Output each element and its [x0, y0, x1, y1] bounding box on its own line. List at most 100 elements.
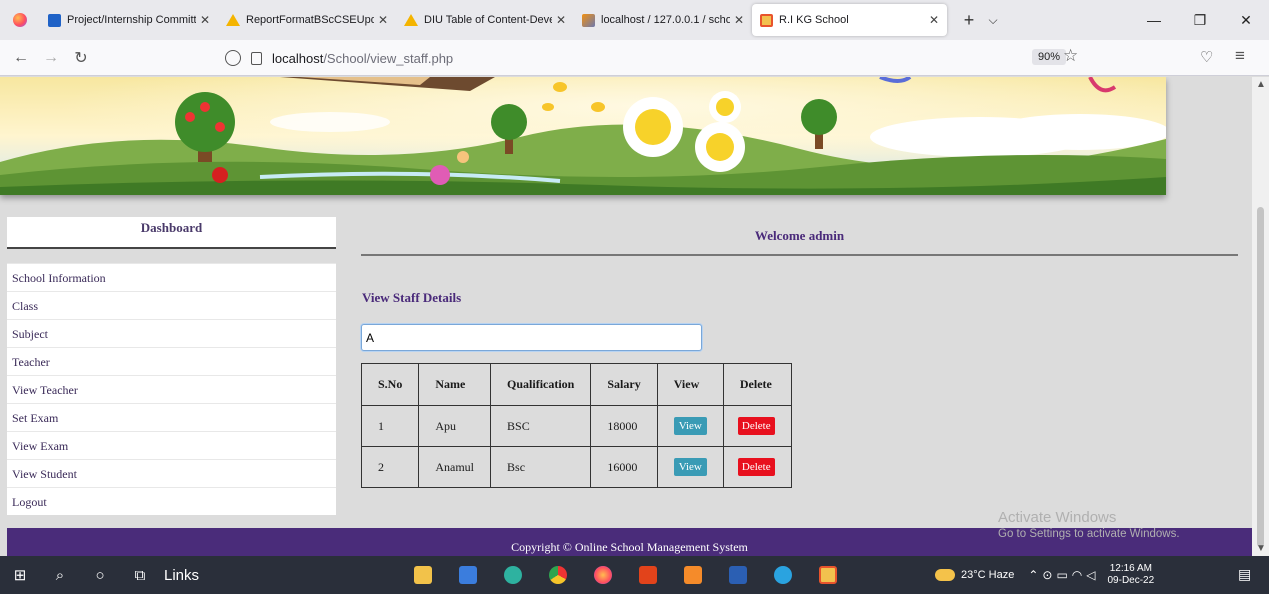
- task-view-icon[interactable]: ⧉: [120, 567, 160, 584]
- sidebar-item-teacher[interactable]: Teacher: [7, 347, 336, 375]
- cell-qualification: BSC: [490, 405, 592, 447]
- tab-title: Project/Internship Committee: [67, 14, 196, 26]
- column-header-sno: S.No: [360, 363, 420, 406]
- address-bar[interactable]: localhost/School/view_staff.php: [225, 45, 1095, 71]
- cell-delete: Delete: [722, 446, 792, 488]
- tray-icons[interactable]: ⌃⊙▭◠◁: [1028, 568, 1099, 582]
- cell-salary: 18000: [590, 405, 658, 447]
- browser-tab[interactable]: Project/Internship Committee ✕: [40, 4, 218, 36]
- page-title: View Staff Details: [362, 290, 462, 305]
- scroll-down-arrow-icon[interactable]: ▼: [1256, 543, 1266, 554]
- view-button[interactable]: View: [673, 458, 707, 476]
- firefox-taskbar-icon[interactable]: [590, 562, 616, 588]
- office-icon[interactable]: [635, 562, 661, 588]
- weather-cloud-icon[interactable]: [935, 569, 955, 581]
- store-icon[interactable]: [455, 562, 481, 588]
- sidebar-item-view-exam[interactable]: View Exam: [7, 431, 336, 459]
- cell-name: Apu: [418, 405, 492, 447]
- sidebar-item-view-teacher[interactable]: View Teacher: [7, 375, 336, 403]
- dashboard-heading: Dashboard: [7, 217, 336, 249]
- clock-date: 09-Dec-22: [1107, 575, 1155, 586]
- page-scrollbar[interactable]: ▲ ▼: [1252, 77, 1269, 556]
- bookmark-star-icon[interactable]: ☆: [1063, 46, 1078, 66]
- restore-icon[interactable]: ❐: [1177, 0, 1223, 40]
- cell-name: Anamul: [418, 446, 492, 488]
- close-window-icon[interactable]: ✕: [1223, 0, 1269, 40]
- page-info-icon[interactable]: [251, 51, 262, 65]
- column-header-name: Name: [418, 363, 492, 406]
- close-tab-icon[interactable]: ✕: [734, 13, 744, 27]
- search-icon[interactable]: ⌕: [40, 567, 80, 584]
- phpmyadmin-favicon-icon: [582, 13, 595, 27]
- school-app-icon[interactable]: [815, 562, 841, 588]
- sidebar-item-school-information[interactable]: School Information: [7, 263, 336, 291]
- clock[interactable]: 12:16 AM 09-Dec-22: [1107, 563, 1154, 587]
- tab-title: R.I KG School: [779, 14, 849, 26]
- sidebar-item-logout[interactable]: Logout: [7, 487, 336, 515]
- sidebar-item-set-exam[interactable]: Set Exam: [7, 403, 336, 431]
- scroll-up-arrow-icon[interactable]: ▲: [1256, 79, 1266, 90]
- window-controls: — ❐ ✕: [1131, 0, 1269, 40]
- telegram-icon[interactable]: [770, 562, 796, 588]
- tracking-shield-icon[interactable]: [225, 50, 241, 66]
- close-tab-icon[interactable]: ✕: [200, 13, 210, 27]
- sidebar-item-view-student[interactable]: View Student: [7, 459, 336, 487]
- drive-favicon-icon: [226, 14, 240, 26]
- windows-taskbar: ⊞ ⌕ ○ ⧉ Links 23°C Haze ⌃⊙▭◠◁ 12:16 AM 0…: [0, 556, 1269, 594]
- close-tab-icon[interactable]: ✕: [929, 13, 939, 27]
- cell-sno: 2: [360, 446, 420, 488]
- cell-view: View: [656, 405, 724, 447]
- pocket-icon[interactable]: ♡: [1200, 48, 1213, 66]
- delete-button[interactable]: Delete: [737, 458, 775, 476]
- welcome-message: Welcome admin: [361, 217, 1238, 256]
- new-tab-icon[interactable]: +: [957, 10, 981, 31]
- watermark-subtitle: Go to Settings to activate Windows.: [998, 528, 1180, 540]
- edge-icon[interactable]: [500, 562, 526, 588]
- view-button[interactable]: View: [673, 417, 707, 435]
- notification-icon[interactable]: ▤: [1238, 566, 1251, 583]
- table-row: 2 Anamul Bsc 16000 View Delete: [360, 446, 792, 488]
- tab-title: DIU Table of Content-Develop: [424, 14, 552, 26]
- url-host: localhost: [272, 50, 324, 66]
- browser-tab[interactable]: ReportFormatBScCSEUpdated ✕: [218, 4, 396, 36]
- scrollbar-thumb[interactable]: [1257, 207, 1264, 547]
- delete-button[interactable]: Delete: [737, 417, 775, 435]
- taskbar-apps: [410, 562, 841, 588]
- url-path: /School/view_staff.php: [323, 50, 454, 66]
- forward-arrow-icon[interactable]: →: [36, 49, 66, 67]
- browser-tab-active[interactable]: R.I KG School ✕: [752, 4, 947, 36]
- hamburger-menu-icon[interactable]: ≡: [1235, 46, 1245, 66]
- chrome-icon[interactable]: [545, 562, 571, 588]
- zoom-indicator[interactable]: 90%: [1032, 49, 1067, 65]
- sidebar-item-class[interactable]: Class: [7, 291, 336, 319]
- close-tab-icon[interactable]: ✕: [378, 13, 388, 27]
- minimize-icon[interactable]: —: [1131, 0, 1177, 40]
- browser-tab[interactable]: localhost / 127.0.0.1 / school ✕: [574, 4, 752, 36]
- photoshop-icon[interactable]: [680, 562, 706, 588]
- links-toolbar[interactable]: Links: [164, 567, 199, 584]
- reload-icon[interactable]: ↻: [66, 48, 96, 68]
- cell-view: View: [656, 446, 724, 488]
- windows-start-icon[interactable]: ⊞: [0, 566, 40, 584]
- cell-delete: Delete: [722, 405, 792, 447]
- column-header-qualification: Qualification: [490, 363, 592, 406]
- browser-tab[interactable]: DIU Table of Content-Develop ✕: [396, 4, 574, 36]
- firefox-icon[interactable]: [0, 0, 40, 40]
- word-icon[interactable]: [725, 562, 751, 588]
- tab-title: ReportFormatBScCSEUpdated: [246, 14, 374, 26]
- back-arrow-icon[interactable]: ←: [6, 49, 36, 67]
- sidebar-item-subject[interactable]: Subject: [7, 319, 336, 347]
- drive-favicon-icon: [404, 14, 418, 26]
- column-header-view: View: [656, 363, 724, 406]
- cortana-icon[interactable]: ○: [80, 567, 120, 584]
- staff-search-input[interactable]: [361, 324, 702, 351]
- close-tab-icon[interactable]: ✕: [556, 13, 566, 27]
- system-tray: 23°C Haze ⌃⊙▭◠◁ 12:16 AM 09-Dec-22: [935, 556, 1154, 594]
- sidebar-menu: School Information Class Subject Teacher…: [7, 263, 336, 515]
- file-explorer-icon[interactable]: [410, 562, 436, 588]
- school-favicon-icon: [760, 13, 773, 27]
- taskbar-left: ⊞ ⌕ ○ ⧉ Links: [0, 566, 199, 585]
- weather-text[interactable]: 23°C Haze: [961, 569, 1014, 581]
- column-header-salary: Salary: [590, 363, 658, 406]
- tab-list-chevron-icon[interactable]: ⌵: [981, 13, 1005, 28]
